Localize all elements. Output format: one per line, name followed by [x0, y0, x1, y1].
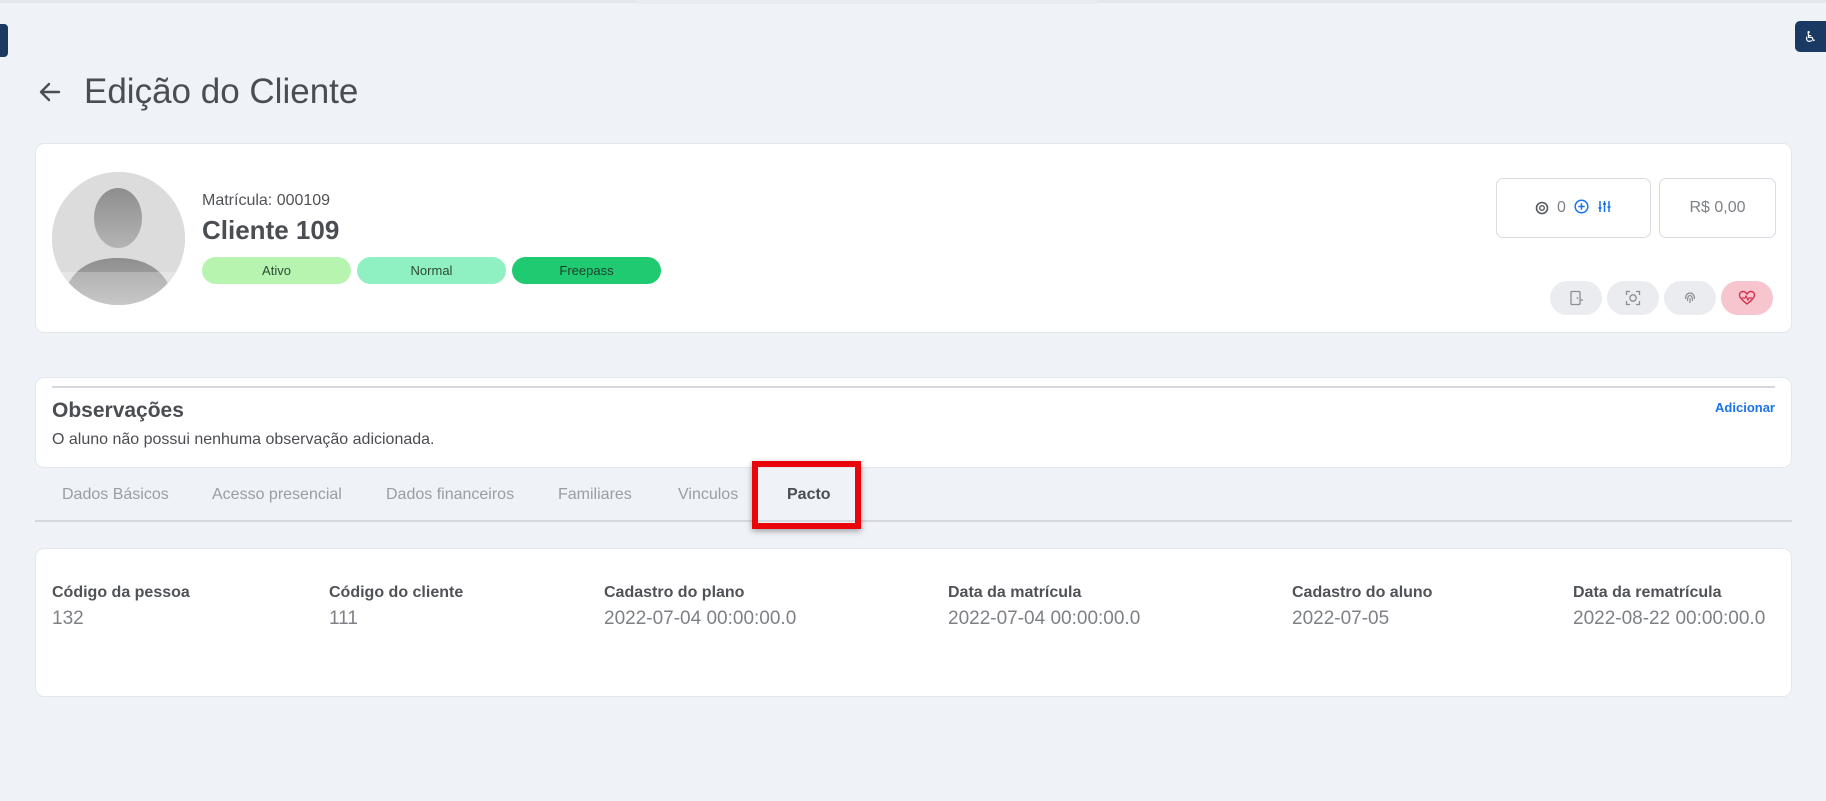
info-label: Cadastro do aluno — [1292, 584, 1433, 601]
sliders-icon — [1598, 200, 1611, 212]
door-icon — [1570, 290, 1583, 306]
observations-divider — [52, 386, 1775, 388]
info-label: Data da rematrícula — [1573, 584, 1722, 601]
status-badge-freepass: Freepass — [512, 257, 661, 284]
info-value: 111 — [329, 608, 358, 629]
adjust-points-button[interactable] — [1597, 199, 1612, 218]
page-header: Edição do Cliente — [36, 72, 358, 112]
tab-dados-basicos[interactable]: Dados Básicos — [62, 486, 169, 504]
info-label: Data da matrícula — [948, 584, 1082, 601]
info-value: 132 — [52, 608, 84, 629]
observations-text: O aluno não possui nenhuma observação ad… — [52, 431, 435, 448]
matricula-number: Matrícula: 000109 — [202, 192, 331, 209]
info-label: Código da pessoa — [52, 584, 190, 601]
tab-familiares[interactable]: Familiares — [558, 486, 632, 504]
tab-bar: Dados Básicos Acesso presencial Dados fi… — [35, 462, 1792, 522]
info-label: Cadastro do plano — [604, 584, 745, 601]
observations-card: Observações Adicionar O aluno não possui… — [35, 377, 1792, 468]
client-name: Cliente 109 — [202, 215, 340, 245]
accessibility-button[interactable]: ♿ — [1795, 21, 1826, 52]
health-button[interactable] — [1721, 281, 1773, 315]
status-badge-normal: Normal — [357, 257, 506, 284]
observations-title: Observações — [52, 399, 184, 422]
plus-circle-icon — [1574, 198, 1589, 214]
info-field: Data da rematrícula 2022-08-22 00:00:00.… — [1573, 584, 1765, 630]
sidebar-toggle[interactable] — [0, 24, 8, 57]
status-badges: Ativo Normal Freepass — [202, 257, 661, 284]
face-scan-icon — [1625, 290, 1641, 306]
top-strip-scroll — [636, 0, 1098, 4]
info-value: 2022-07-05 — [1292, 608, 1390, 629]
person-silhouette-icon — [52, 172, 185, 305]
highlight-box — [752, 461, 861, 529]
info-field: Cadastro do plano 2022-07-04 00:00:00.0 — [604, 584, 796, 630]
accessibility-icon: ♿ — [1803, 28, 1818, 46]
points-value: 0 — [1557, 199, 1566, 216]
balance-box[interactable]: R$ 0,00 — [1659, 178, 1776, 238]
avatar — [52, 172, 185, 305]
face-scan-button[interactable] — [1607, 281, 1659, 315]
tab-dados-financeiros[interactable]: Dados financeiros — [386, 486, 514, 504]
coin-icon — [1535, 201, 1549, 215]
points-box: 0 — [1496, 178, 1651, 238]
info-value: 2022-08-22 00:00:00.0 — [1573, 608, 1766, 629]
fingerprint-button[interactable] — [1664, 281, 1716, 315]
page-title: Edição do Cliente — [84, 72, 359, 111]
profile-card: Matrícula: 000109 Cliente 109 Ativo Norm… — [35, 143, 1792, 333]
access-door-button[interactable] — [1550, 281, 1602, 315]
info-field: Data da matrícula 2022-07-04 00:00:00.0 — [948, 584, 1140, 630]
info-label: Código do cliente — [329, 584, 464, 601]
heart-pulse-icon — [1738, 290, 1756, 305]
add-observation-link[interactable]: Adicionar — [1715, 400, 1775, 415]
info-value: 2022-07-04 00:00:00.0 — [948, 608, 1141, 629]
status-badge-ativo: Ativo — [202, 257, 351, 284]
info-card: Código da pessoa 132 Código do cliente 1… — [35, 548, 1792, 697]
info-field: Cadastro do aluno 2022-07-05 — [1292, 584, 1432, 630]
arrow-left-icon — [39, 82, 61, 102]
tab-vinculos[interactable]: Vinculos — [678, 486, 738, 504]
fingerprint-icon — [1684, 292, 1696, 303]
tab-acesso-presencial[interactable]: Acesso presencial — [212, 486, 342, 504]
info-value: 2022-07-04 00:00:00.0 — [604, 608, 797, 629]
add-points-button[interactable] — [1574, 198, 1589, 218]
info-field: Código do cliente 111 — [329, 584, 463, 630]
back-button[interactable] — [36, 78, 64, 106]
info-field: Código da pessoa 132 — [52, 584, 190, 630]
balance-value: R$ 0,00 — [1689, 199, 1746, 216]
